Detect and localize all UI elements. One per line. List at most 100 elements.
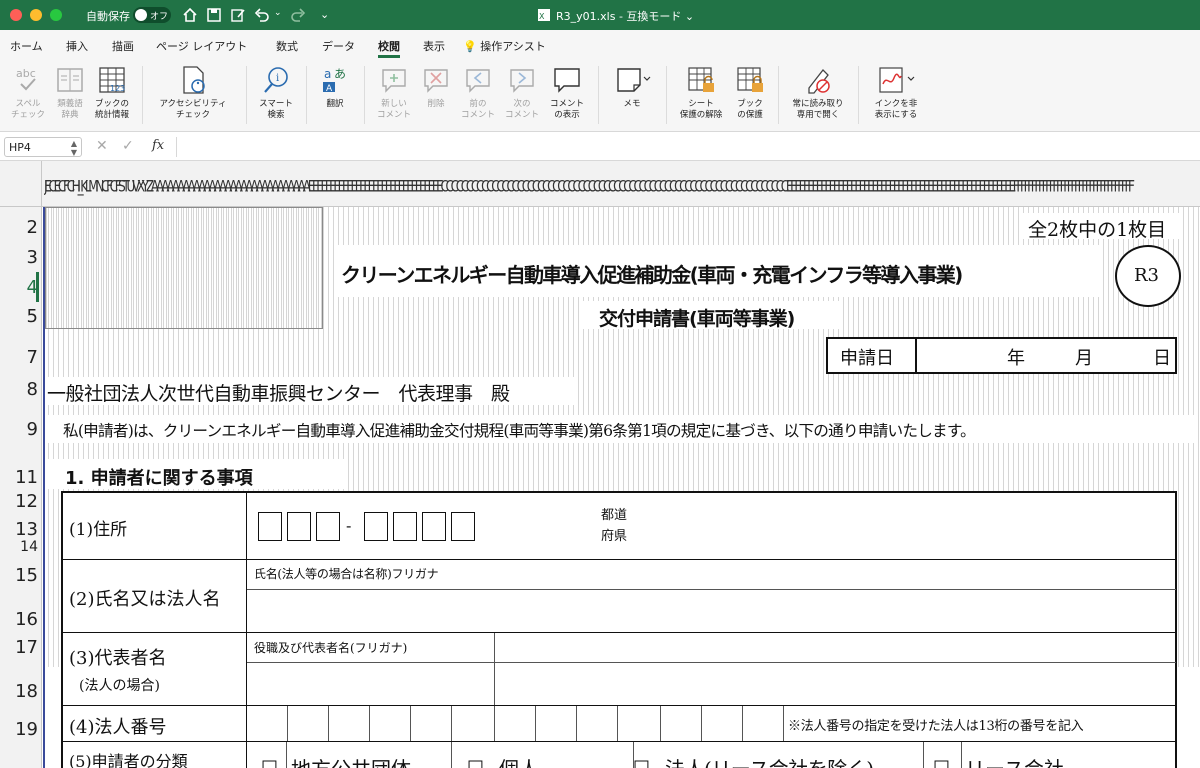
cancel-entry-icon[interactable]: ✕: [96, 138, 108, 154]
postal-digit-box[interactable]: [316, 512, 340, 541]
undo-icon[interactable]: [254, 7, 270, 23]
hide-ink-button[interactable]: インクを非 表示にする: [864, 64, 928, 121]
home-icon[interactable]: [182, 7, 198, 23]
row-number[interactable]: 11: [0, 467, 38, 488]
row-headers[interactable]: 2 3 4 5 7 8 9 11 12 13 14 15 16 17 18 19: [0, 207, 42, 768]
row-number[interactable]: 5: [0, 306, 38, 327]
protect-workbook-label: ブック の保護: [737, 99, 763, 120]
svg-text:123: 123: [110, 84, 125, 93]
category-checkbox[interactable]: □: [633, 756, 650, 768]
tell-me-label: 操作アシスト: [480, 40, 546, 53]
thesaurus-button[interactable]: 類義語 辞典: [50, 64, 90, 121]
item-representative: (3)代表者名: [69, 648, 167, 669]
row-number[interactable]: 19: [0, 719, 38, 740]
save-icon[interactable]: [206, 7, 222, 23]
postal-digit-box[interactable]: [422, 512, 446, 541]
row-number[interactable]: 12: [0, 491, 38, 512]
name-box[interactable]: HP4 ▲ ▼: [4, 137, 82, 157]
row-number[interactable]: 18: [0, 681, 38, 702]
accessibility-button[interactable]: アクセシビリティ チェック: [148, 64, 238, 121]
protect-workbook-button[interactable]: ブック の保護: [728, 64, 772, 121]
confirm-entry-icon[interactable]: ✓: [122, 138, 134, 154]
row-number[interactable]: 2: [0, 217, 38, 238]
notes-button[interactable]: メモ: [606, 64, 658, 110]
selected-row-marker: [36, 272, 39, 302]
postal-digit-box[interactable]: [258, 512, 282, 541]
category-label: 個人: [499, 753, 539, 768]
tab-review[interactable]: 校閲: [378, 38, 400, 58]
postal-digit-box[interactable]: [451, 512, 475, 541]
postal-digit-box[interactable]: [393, 512, 417, 541]
always-read-only-button[interactable]: 常に読み取り 専用で開く: [784, 64, 852, 121]
tab-insert[interactable]: 挿入: [66, 38, 88, 54]
month-label[interactable]: 月: [1075, 344, 1093, 370]
select-all-corner[interactable]: [0, 161, 42, 207]
row-number-selected[interactable]: 4: [0, 277, 38, 298]
row-number[interactable]: 3: [0, 247, 38, 268]
row-number[interactable]: 7: [0, 347, 38, 368]
spellcheck-button[interactable]: abc スペル チェック: [6, 64, 50, 121]
zoom-window-button[interactable]: [50, 9, 62, 21]
customize-toolbar-icon[interactable]: ⌄: [320, 8, 329, 21]
smart-lookup-icon: i: [264, 67, 288, 93]
item-applicant-category: (5)申請者の分類: [69, 752, 188, 768]
always-read-only-icon: [808, 69, 830, 94]
redo-icon[interactable]: [290, 7, 306, 23]
smart-lookup-button[interactable]: i スマート 検索: [252, 64, 300, 121]
tab-formulas[interactable]: 数式: [276, 38, 298, 54]
tab-draw[interactable]: 描画: [112, 38, 134, 54]
unprotect-sheet-button[interactable]: シート 保護の解除: [674, 64, 728, 121]
year-label[interactable]: 年: [1007, 344, 1025, 370]
corporate-number-note: ※法人番号の指定を受けた法人は13桁の番号を記入: [788, 719, 1084, 734]
workbook-statistics-button[interactable]: 123 ブックの 統計情報: [90, 64, 134, 121]
next-comment-button[interactable]: 次の コメント: [500, 64, 544, 121]
formula-bar: HP4 ▲ ▼ ✕ ✓ fx: [0, 133, 1200, 161]
category-checkbox[interactable]: □: [933, 756, 950, 768]
show-comments-button[interactable]: コメント の表示: [544, 64, 590, 121]
row-number[interactable]: 9: [0, 419, 38, 440]
spellcheck-icon: abc: [16, 67, 36, 91]
new-comment-icon: [382, 69, 406, 93]
protect-workbook-icon: [737, 67, 763, 92]
postal-separator: -: [346, 516, 352, 535]
svg-text:a: a: [324, 67, 331, 81]
thesaurus-label: 類義語 辞典: [57, 99, 83, 120]
item-representative-note: (法人の場合): [79, 678, 160, 694]
row-number[interactable]: 14: [0, 539, 38, 555]
insert-function-icon[interactable]: fx: [152, 138, 164, 153]
row-number[interactable]: 16: [0, 609, 38, 630]
day-label[interactable]: 日: [1153, 344, 1171, 370]
title-bar: 自動保存 オフ ⌄ ⌄ X R3_y01.xls - 互換モード ⌄: [0, 0, 1200, 30]
postal-digit-box[interactable]: [287, 512, 311, 541]
tab-page-layout[interactable]: ページ レイアウト: [156, 38, 247, 54]
undo-dropdown-icon[interactable]: ⌄: [274, 8, 282, 18]
row-number[interactable]: 13: [0, 519, 38, 540]
category-label: 法人(リース会社を除く): [665, 753, 874, 768]
postal-digit-box[interactable]: [364, 512, 388, 541]
row-number[interactable]: 15: [0, 565, 38, 586]
category-checkbox[interactable]: □: [261, 756, 278, 768]
category-label: リース会社: [965, 753, 1064, 768]
close-window-button[interactable]: [10, 9, 22, 21]
previous-comment-button[interactable]: 前の コメント: [456, 64, 500, 121]
edit-icon[interactable]: [230, 7, 246, 23]
name-box-stepper-icon[interactable]: ▲ ▼: [71, 139, 77, 157]
tab-view[interactable]: 表示: [423, 38, 445, 54]
delete-comment-button[interactable]: 削除: [416, 64, 456, 110]
tab-tell-me[interactable]: 💡 操作アシスト: [463, 38, 546, 54]
category-checkbox[interactable]: □: [467, 756, 484, 768]
row-number[interactable]: 8: [0, 379, 38, 400]
delete-comment-label: 削除: [427, 99, 445, 109]
translate-button[interactable]: aあA 翻訳: [312, 64, 358, 110]
row-number[interactable]: 17: [0, 637, 38, 658]
column-headers[interactable]: JECECFCHI_KLMNCFCFSTUVXYZAAAAAAAAAAAAAAA…: [0, 161, 1200, 207]
svg-text:abc: abc: [16, 67, 36, 80]
new-comment-label: 新しい コメント: [376, 99, 411, 120]
new-comment-button[interactable]: 新しい コメント: [372, 64, 416, 121]
minimize-window-button[interactable]: [30, 9, 42, 21]
tab-home[interactable]: ホーム: [10, 38, 43, 54]
worksheet[interactable]: 全2枚中の1枚目 クリーンエネルギー自動車導入促進補助金(車両・充電インフラ等導…: [43, 207, 1200, 768]
autosave-toggle[interactable]: オフ: [133, 7, 171, 23]
tab-data[interactable]: データ: [322, 38, 355, 54]
previous-comment-icon: [466, 69, 490, 93]
